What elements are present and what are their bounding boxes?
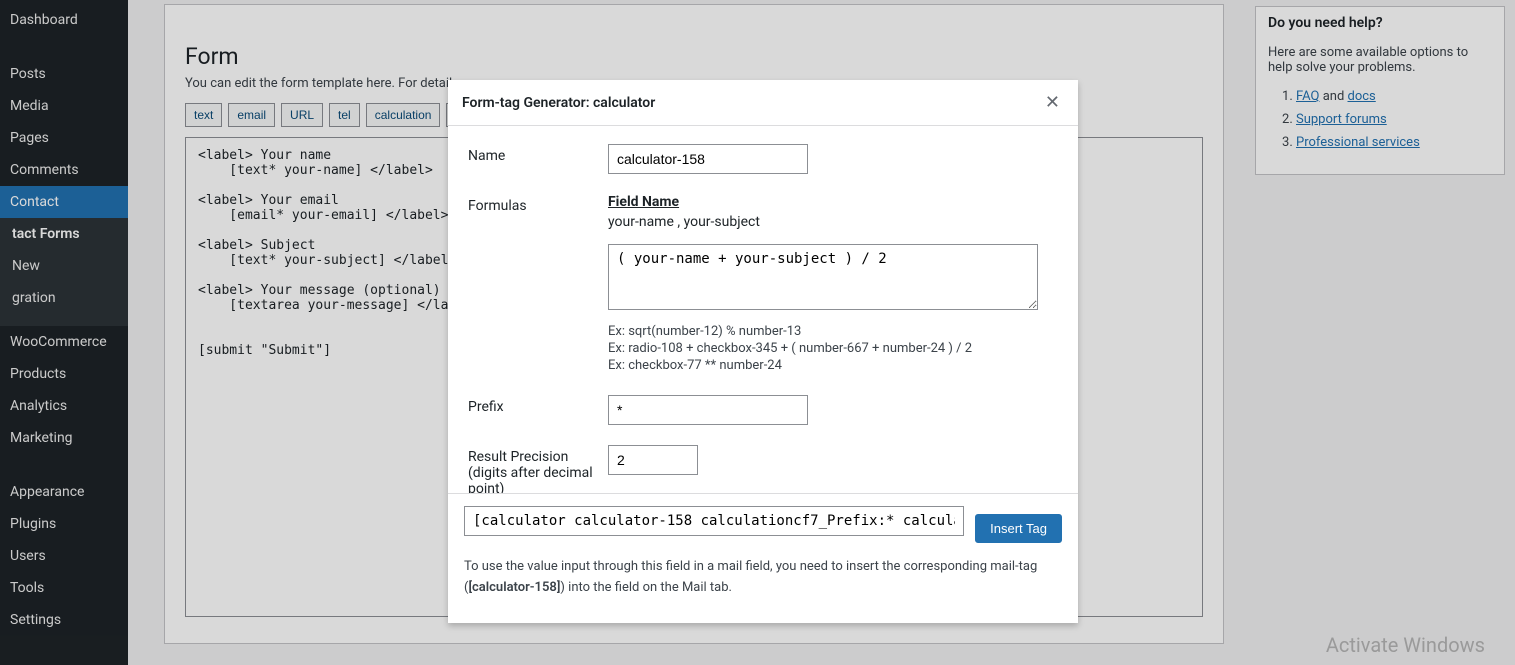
sidebar-item-pages[interactable]: Pages xyxy=(0,122,128,154)
sidebar-item-media[interactable]: Media xyxy=(0,90,128,122)
formulas-label: Formulas xyxy=(468,194,608,214)
precision-input[interactable] xyxy=(608,445,698,475)
sidebar-item-users[interactable]: Users xyxy=(0,540,128,572)
prefix-input[interactable] xyxy=(608,395,808,425)
tag-button-tel[interactable]: tel xyxy=(329,103,360,127)
formula-example-2: Ex: radio-108 + checkbox-345 + ( number-… xyxy=(608,341,1058,356)
formula-textarea[interactable] xyxy=(608,244,1038,310)
sidebar-item-tools[interactable]: Tools xyxy=(0,572,128,604)
link-docs[interactable]: docs xyxy=(1348,89,1376,104)
generated-tag-input[interactable] xyxy=(464,506,964,536)
sidebar-subitem-integration[interactable]: gration xyxy=(0,282,128,314)
modal-header: Form-tag Generator: calculator ✕ xyxy=(448,80,1078,126)
formula-example-1: Ex: sqrt(number-12) % number-13 xyxy=(608,324,1058,339)
help-link-support: Support forums xyxy=(1296,112,1492,127)
help-text: Here are some available options to help … xyxy=(1268,45,1492,75)
sidebar-item-comments[interactable]: Comments xyxy=(0,154,128,186)
help-link-faq: FAQ and docs xyxy=(1296,89,1492,104)
sidebar-item-plugins[interactable]: Plugins xyxy=(0,508,128,540)
prefix-label: Prefix xyxy=(468,395,608,415)
sidebar-item-products[interactable]: Products xyxy=(0,358,128,390)
modal-body: Name Formulas Field Name your-name , you… xyxy=(448,126,1078,493)
admin-sidebar: Dashboard Posts Media Pages Comments Con… xyxy=(0,0,128,665)
link-professional-services[interactable]: Professional services xyxy=(1296,135,1420,150)
sidebar-item-dashboard[interactable]: Dashboard xyxy=(0,0,128,36)
name-label: Name xyxy=(468,144,608,164)
tag-button-URL[interactable]: URL xyxy=(281,103,323,127)
close-icon[interactable]: ✕ xyxy=(1041,90,1064,115)
sidebar-subitem-contact-forms[interactable]: tact Forms xyxy=(0,218,128,250)
tag-button-calculation[interactable]: calculation xyxy=(366,103,441,127)
formula-example-3: Ex: checkbox-77 ** number-24 xyxy=(608,358,1058,373)
sidebar-item-woocommerce[interactable]: WooCommerce xyxy=(0,326,128,358)
sidebar-item-appearance[interactable]: Appearance xyxy=(0,476,128,508)
precision-label: Result Precision (digits after decimal p… xyxy=(468,445,608,493)
sidebar-item-settings[interactable]: Settings xyxy=(0,604,128,636)
form-heading: Form xyxy=(185,25,1203,76)
tag-button-email[interactable]: email xyxy=(228,103,275,127)
field-name-list: your-name , your-subject xyxy=(608,214,1058,230)
form-tag-generator-modal: Form-tag Generator: calculator ✕ Name Fo… xyxy=(448,80,1078,623)
sidebar-item-posts[interactable]: Posts xyxy=(0,58,128,90)
sidebar-item-contact[interactable]: Contact xyxy=(0,186,128,218)
help-title: Do you need help? xyxy=(1268,15,1492,31)
sidebar-item-marketing[interactable]: Marketing xyxy=(0,422,128,454)
tag-button-text[interactable]: text xyxy=(185,103,222,127)
modal-title: Form-tag Generator: calculator xyxy=(462,95,655,111)
help-box: Do you need help? Here are some availabl… xyxy=(1255,6,1505,175)
modal-footer: Insert Tag To use the value input throug… xyxy=(448,493,1078,623)
sidebar-subitem-new[interactable]: New xyxy=(0,250,128,282)
mail-tag-note: To use the value input through this fiel… xyxy=(464,543,1062,599)
field-name-heading: Field Name xyxy=(608,194,1058,210)
link-faq[interactable]: FAQ xyxy=(1296,89,1319,104)
sidebar-item-analytics[interactable]: Analytics xyxy=(0,390,128,422)
link-support-forums[interactable]: Support forums xyxy=(1296,112,1387,127)
name-input[interactable] xyxy=(608,144,808,174)
insert-tag-button[interactable]: Insert Tag xyxy=(975,514,1062,543)
help-link-pro: Professional services xyxy=(1296,135,1492,150)
